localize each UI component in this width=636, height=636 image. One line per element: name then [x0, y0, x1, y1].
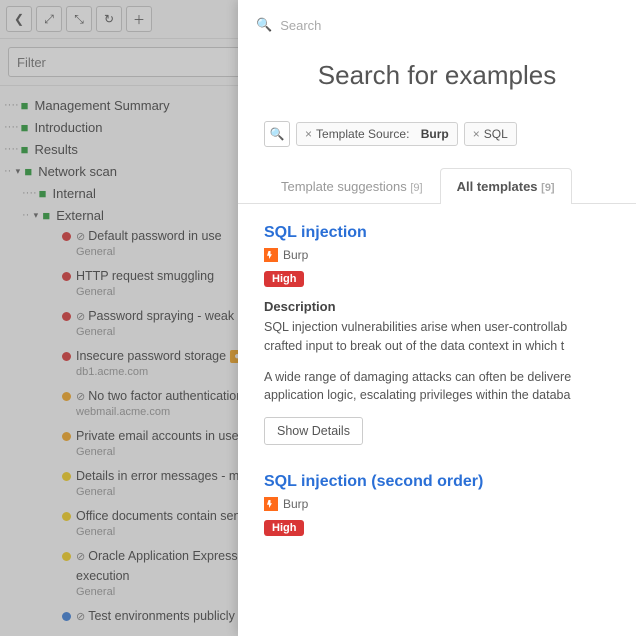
close-icon[interactable]: ×: [305, 127, 312, 141]
search-result: SQL injection Burp High Description SQL …: [264, 224, 610, 445]
show-details-button[interactable]: Show Details: [264, 417, 363, 445]
burp-icon: [264, 248, 278, 262]
description-text: SQL injection vulnerabilities arise when…: [264, 318, 610, 356]
search-icon[interactable]: 🔍: [264, 121, 290, 147]
burp-icon: [264, 497, 278, 511]
search-icon: 🔍: [256, 17, 272, 33]
close-icon[interactable]: ×: [473, 127, 480, 141]
description-text: A wide range of damaging attacks can oft…: [264, 368, 610, 406]
search-modal: 🔍 Search Search for examples 🔍 × Templat…: [238, 0, 636, 636]
severity-badge: High: [264, 271, 304, 287]
description-heading: Description: [264, 299, 610, 314]
modal-title: Search for examples: [238, 40, 636, 121]
search-result: SQL injection (second order) Burp High: [264, 473, 610, 548]
tab-suggestions[interactable]: Template suggestions [9]: [264, 168, 440, 204]
tab-all-templates[interactable]: All templates [9]: [440, 168, 572, 204]
filter-chip-term[interactable]: × SQL: [464, 122, 517, 146]
filter-chip-source[interactable]: × Template Source: Burp: [296, 122, 458, 146]
search-label: Search: [280, 18, 321, 33]
result-title-link[interactable]: SQL injection (second order): [264, 473, 610, 491]
severity-badge: High: [264, 520, 304, 536]
result-title-link[interactable]: SQL injection: [264, 224, 610, 242]
tabs: Template suggestions [9] All templates […: [238, 167, 636, 204]
